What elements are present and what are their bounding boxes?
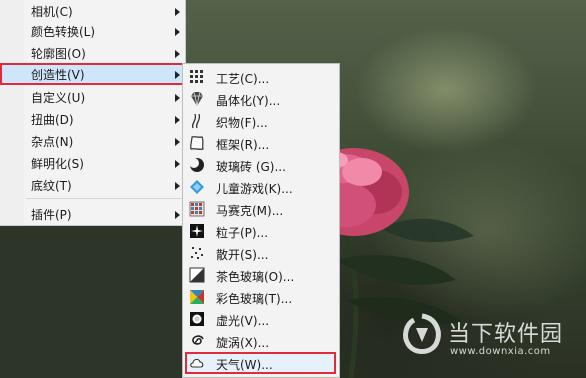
- submenu-item-scatter[interactable]: 散开(S)...: [183, 242, 339, 264]
- submenu-arrow-icon: [175, 50, 180, 58]
- menu-item-label: 底纹(T): [31, 179, 72, 193]
- scatter-icon: [191, 247, 203, 259]
- submenu-item-label: 粒子(P)...: [216, 226, 269, 240]
- particles-icon: [190, 224, 204, 238]
- glass-block-icon: [189, 158, 204, 172]
- submenu-arrow-icon: [175, 138, 180, 146]
- submenu-item-crystalize[interactable]: 晶体化(Y)...: [183, 88, 339, 110]
- submenu-item-label: 框架(R)...: [216, 138, 270, 152]
- menu-item-contour[interactable]: 轮廓图(O): [0, 42, 186, 64]
- submenu-item-label: 旋涡(X)...: [216, 336, 270, 350]
- submenu-item-label: 织物(F)...: [216, 116, 268, 130]
- submenu-item-vortex[interactable]: 旋涡(X)...: [183, 330, 339, 352]
- menu-item-label: 自定义(U): [31, 91, 86, 105]
- vignette-icon: [190, 312, 204, 326]
- menu-item-sharpen[interactable]: 鲜明化(S): [0, 152, 186, 174]
- vortex-icon: [192, 335, 204, 345]
- submenu-arrow-icon: [175, 71, 180, 79]
- submenu-item-label: 玻璃砖 (G)...: [216, 160, 286, 174]
- submenu-item-vignette[interactable]: 虚光(V)...: [183, 308, 339, 330]
- menu-item-label: 轮廓图(O): [31, 47, 86, 61]
- submenu-item-smoked-glass[interactable]: 茶色玻璃(O)...: [183, 264, 339, 286]
- submenu-arrow-icon: [175, 28, 180, 36]
- submenu-item-crafts[interactable]: 工艺(C)...: [183, 66, 339, 88]
- submenu-item-label: 工艺(C)...: [216, 72, 270, 86]
- menu-item-label: 相机(C): [31, 5, 73, 19]
- watermark: 当下软件园 www.downxia.com: [400, 312, 586, 372]
- submenu-item-label: 散开(S)...: [216, 248, 269, 262]
- submenu-arrow-icon: [175, 182, 180, 190]
- submenu-item-label: 马赛克(M)...: [216, 204, 284, 218]
- submenu-arrow-icon: [175, 160, 180, 168]
- menu-item-camera[interactable]: 相机(C): [0, 0, 186, 22]
- menu-item-label: 创造性(V): [31, 68, 85, 82]
- effects-menu: 相机(C) 颜色转换(L) 轮廓图(O) 创造性(V) 自定义(U) 扭曲(D)…: [0, 0, 186, 226]
- submenu-arrow-icon: [175, 116, 180, 124]
- mosaic-icon: [189, 201, 205, 217]
- submenu-item-glass-block[interactable]: 玻璃砖 (G)...: [183, 154, 339, 176]
- menu-item-distort[interactable]: 扭曲(D): [0, 108, 186, 130]
- watermark-name: 当下软件园: [448, 322, 564, 347]
- submenu-item-label: 茶色玻璃(O)...: [216, 270, 295, 284]
- menu-separator: [26, 198, 182, 199]
- submenu-item-label: 晶体化(Y)...: [216, 94, 281, 108]
- submenu-arrow-icon: [175, 94, 180, 102]
- watermark-url: www.downxia.com: [450, 346, 551, 357]
- menu-item-label: 颜色转换(L): [31, 25, 96, 39]
- weather-icon: [190, 358, 204, 368]
- fabric-icon: [191, 113, 201, 129]
- submenu-item-kids-play[interactable]: 儿童游戏(K)...: [183, 176, 339, 198]
- watermark-logo-icon: [403, 313, 441, 354]
- crafts-icon: [190, 70, 203, 83]
- submenu-item-weather[interactable]: 天气(W)...: [185, 352, 336, 374]
- submenu-item-fabric[interactable]: 织物(F)...: [183, 110, 339, 132]
- menu-item-label: 扭曲(D): [31, 113, 74, 127]
- menu-item-noise[interactable]: 杂点(N): [0, 130, 186, 152]
- stained-glass-icon: [190, 290, 204, 304]
- menu-item-label: 鲜明化(S): [31, 157, 84, 171]
- smoked-glass-icon: [189, 267, 205, 283]
- menu-item-creative[interactable]: 创造性(V): [0, 63, 186, 85]
- kids-play-icon: [190, 180, 204, 194]
- submenu-item-particles[interactable]: 粒子(P)...: [183, 220, 339, 242]
- menu-item-label: 杂点(N): [31, 135, 74, 149]
- menu-item-label: 插件(P): [31, 208, 72, 222]
- submenu-item-label: 天气(W)...: [216, 358, 273, 372]
- submenu-arrow-icon: [175, 211, 180, 219]
- submenu-item-label: 儿童游戏(K)...: [216, 182, 293, 196]
- menu-item-plugins[interactable]: 插件(P): [0, 203, 186, 225]
- frame-icon: [190, 136, 204, 150]
- menu-item-custom[interactable]: 自定义(U): [0, 86, 186, 108]
- submenu-item-label: 虚光(V)...: [216, 314, 270, 328]
- menu-item-color-transform[interactable]: 颜色转换(L): [0, 20, 186, 42]
- submenu-item-mosaic[interactable]: 马赛克(M)...: [183, 198, 339, 220]
- submenu-item-frame[interactable]: 框架(R)...: [183, 132, 339, 154]
- submenu-item-label: 彩色玻璃(T)...: [216, 292, 293, 306]
- crystalize-icon: [191, 91, 203, 107]
- submenu-item-stained-glass[interactable]: 彩色玻璃(T)...: [183, 286, 339, 308]
- submenu-arrow-icon: [175, 8, 180, 16]
- menu-item-texture[interactable]: 底纹(T): [0, 174, 186, 196]
- creative-submenu: 工艺(C)... 晶体化(Y)... 织物(F)... 框架(R)... 玻璃砖…: [182, 63, 340, 378]
